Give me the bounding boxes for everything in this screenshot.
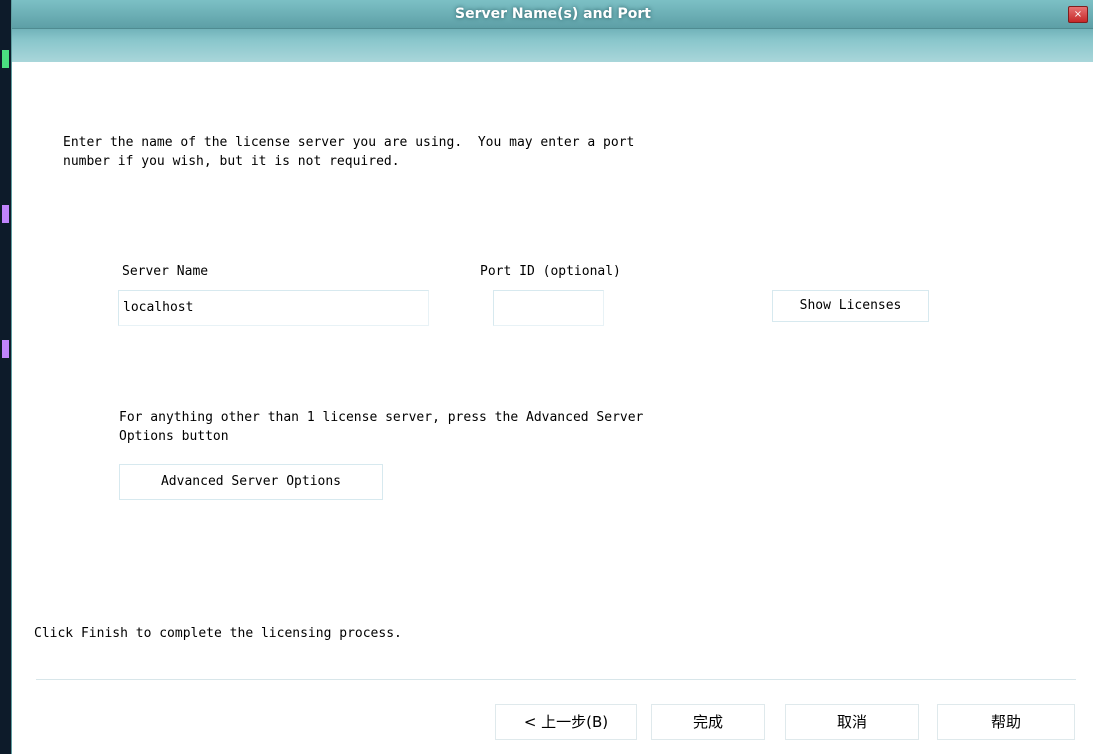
show-licenses-button[interactable]: Show Licenses bbox=[772, 290, 929, 322]
finish-hint-text: Click Finish to complete the licensing p… bbox=[34, 626, 402, 641]
advanced-text-line-2: Options button bbox=[119, 429, 229, 444]
port-id-label: Port ID (optional) bbox=[480, 264, 621, 279]
desktop-marker bbox=[2, 205, 9, 223]
intro-text-line-2: number if you wish, but it is not requir… bbox=[63, 154, 400, 169]
server-name-input[interactable]: localhost bbox=[118, 290, 429, 326]
window-title: Server Name(s) and Port bbox=[455, 6, 651, 22]
finish-button[interactable]: 完成 bbox=[651, 704, 765, 740]
desktop-marker bbox=[2, 50, 9, 68]
footer-divider bbox=[36, 679, 1076, 680]
desktop-background-strip bbox=[0, 0, 11, 754]
back-button[interactable]: < 上一步(B) bbox=[495, 704, 637, 740]
advanced-text-line-1: For anything other than 1 license server… bbox=[119, 410, 644, 425]
desktop-marker bbox=[2, 340, 9, 358]
close-button[interactable]: × bbox=[1068, 6, 1088, 23]
close-icon: × bbox=[1073, 9, 1083, 20]
intro-text-line-1: Enter the name of the license server you… bbox=[63, 135, 635, 150]
title-bar: Server Name(s) and Port × bbox=[12, 0, 1093, 62]
server-name-value: localhost bbox=[123, 300, 194, 315]
dialog-window: Server Name(s) and Port × Enter the name… bbox=[11, 0, 1093, 754]
server-name-label: Server Name bbox=[122, 264, 209, 279]
cancel-button[interactable]: 取消 bbox=[785, 704, 919, 740]
advanced-server-options-button[interactable]: Advanced Server Options bbox=[119, 464, 383, 500]
port-id-input[interactable] bbox=[493, 290, 604, 326]
help-button[interactable]: 帮助 bbox=[937, 704, 1075, 740]
